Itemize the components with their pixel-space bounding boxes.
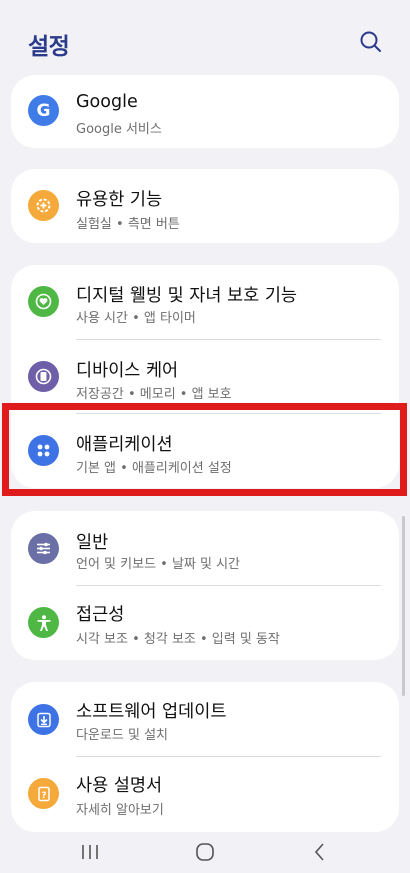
back-icon bbox=[313, 842, 327, 866]
svg-text:?: ? bbox=[41, 791, 46, 801]
settings-item-subtitle: 언어 및 키보드 • 날짜 및 시간 bbox=[76, 557, 241, 572]
settings-item-subtitle: 실험실 • 측면 버튼 bbox=[76, 217, 180, 232]
home-icon bbox=[195, 842, 215, 866]
settings-group-google: G Google Google 서비스 bbox=[11, 75, 399, 148]
navigation-bar bbox=[0, 833, 410, 873]
settings-item-subtitle: 자세히 알아보기 bbox=[76, 803, 164, 818]
apps-grid-icon bbox=[28, 435, 59, 466]
plus-gear-icon bbox=[28, 190, 59, 221]
settings-item-subtitle: 사용 시간 • 앱 타이머 bbox=[76, 311, 196, 326]
settings-item-label: 소프트웨어 업데이트 bbox=[76, 702, 227, 722]
settings-item-device-care[interactable]: 디바이스 케어 저장공간 • 메모리 • 앱 보호 bbox=[11, 339, 399, 413]
search-icon bbox=[356, 31, 386, 61]
header: 설정 bbox=[0, 0, 410, 75]
settings-item-general[interactable]: 일반 언어 및 키보드 • 날짜 및 시간 bbox=[11, 511, 399, 585]
settings-item-software-update[interactable]: 소프트웨어 업데이트 다운로드 및 설치 bbox=[11, 682, 399, 756]
back-button[interactable] bbox=[300, 839, 340, 869]
settings-group-features: 유용한 기능 실험실 • 측면 버튼 bbox=[11, 169, 399, 243]
settings-item-google[interactable]: G Google Google 서비스 bbox=[11, 75, 399, 148]
settings-group-device: 디지털 웰빙 및 자녀 보호 기능 사용 시간 • 앱 타이머 디바이스 케어 … bbox=[11, 265, 399, 488]
settings-item-accessibility[interactable]: 접근성 시각 보조 • 청각 보조 • 입력 및 동작 bbox=[11, 585, 399, 660]
sliders-icon bbox=[28, 533, 59, 564]
software-update-icon bbox=[28, 704, 59, 735]
settings-item-subtitle: Google 서비스 bbox=[76, 122, 162, 137]
settings-item-user-manual[interactable]: ? 사용 설명서 자세히 알아보기 bbox=[11, 756, 399, 832]
settings-item-label: Google bbox=[76, 92, 138, 112]
accessibility-icon bbox=[28, 607, 59, 638]
settings-item-useful-features[interactable]: 유용한 기능 실험실 • 측면 버튼 bbox=[11, 169, 399, 243]
search-button[interactable] bbox=[356, 27, 386, 57]
settings-item-subtitle: 저장공간 • 메모리 • 앱 보호 bbox=[76, 387, 232, 402]
settings-item-label: 일반 bbox=[76, 533, 109, 553]
settings-item-applications[interactable]: 애플리케이션 기본 앱 • 애플리케이션 설정 bbox=[11, 413, 399, 488]
settings-item-digital-wellbeing[interactable]: 디지털 웰빙 및 자녀 보호 기능 사용 시간 • 앱 타이머 bbox=[11, 265, 399, 339]
settings-item-subtitle: 다운로드 및 설치 bbox=[76, 728, 168, 743]
settings-item-label: 디지털 웰빙 및 자녀 보호 기능 bbox=[76, 286, 298, 306]
settings-group-software: 소프트웨어 업데이트 다운로드 및 설치 ? 사용 설명서 자세히 알아보기 bbox=[11, 682, 399, 832]
google-icon: G bbox=[28, 95, 59, 126]
page-title: 설정 bbox=[28, 34, 70, 60]
settings-item-label: 사용 설명서 bbox=[76, 776, 163, 796]
settings-item-label: 디바이스 케어 bbox=[76, 361, 179, 381]
settings-item-subtitle: 기본 앱 • 애플리케이션 설정 bbox=[76, 461, 232, 476]
home-button[interactable] bbox=[185, 839, 225, 869]
wellbeing-heart-icon bbox=[28, 286, 59, 317]
recent-apps-icon bbox=[80, 843, 100, 865]
settings-item-subtitle: 시각 보조 • 청각 보조 • 입력 및 동작 bbox=[76, 632, 280, 647]
scrollbar[interactable] bbox=[402, 516, 405, 696]
device-care-icon bbox=[28, 361, 59, 392]
settings-item-label: 애플리케이션 bbox=[76, 435, 173, 455]
settings-item-label: 유용한 기능 bbox=[76, 190, 163, 210]
user-manual-icon: ? bbox=[28, 778, 59, 809]
settings-item-label: 접근성 bbox=[76, 605, 125, 625]
recent-apps-button[interactable] bbox=[70, 839, 110, 869]
settings-group-general: 일반 언어 및 키보드 • 날짜 및 시간 접근성 시각 보조 • 청각 보조 … bbox=[11, 511, 399, 660]
